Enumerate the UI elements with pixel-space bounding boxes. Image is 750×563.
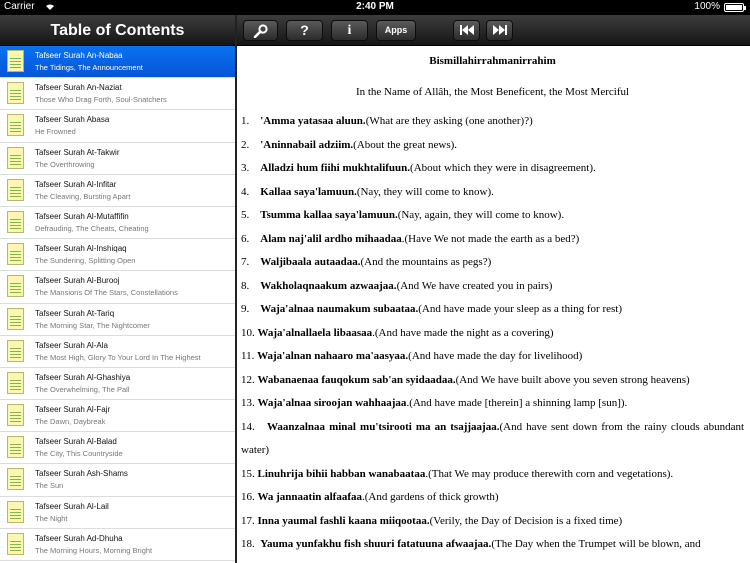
- document-icon: [7, 371, 24, 394]
- apps-button[interactable]: Apps: [376, 20, 416, 41]
- document-icon: [7, 468, 24, 491]
- toc-item[interactable]: Tafseer Surah Ad-Dhuha The Morning Hours,…: [0, 528, 235, 561]
- previous-button[interactable]: [453, 20, 480, 41]
- clock: 2:40 PM: [356, 1, 394, 12]
- document-icon: [7, 50, 24, 72]
- skip-back-icon: [454, 24, 479, 36]
- document-icon: [7, 210, 24, 233]
- reader-pane: ? i Apps Bismillahirrahmanirrahim In the…: [237, 15, 750, 563]
- document-icon: [7, 243, 24, 266]
- toc-item[interactable]: Tafseer Surah Abasa He Frowned: [0, 110, 235, 143]
- toc-item[interactable]: Tafseer Surah At-Tariq The Morning Star, …: [0, 303, 235, 336]
- status-bar: Carrier 2:40 PM 100%: [0, 0, 750, 15]
- verse: 15. Linuhrija bihii habban wanabaataa.(T…: [241, 467, 674, 480]
- verse: 18. Yauma yunfakhu fish shuuri fatatuuna…: [241, 538, 701, 550]
- search-button[interactable]: [243, 20, 278, 41]
- document-icon: [7, 178, 24, 201]
- verse: 5. Tsumma kallaa saya'lamuun.(Nay, again…: [241, 209, 565, 221]
- document-icon: [7, 500, 24, 523]
- document-icon: [7, 146, 24, 169]
- document-icon: [7, 404, 24, 427]
- document-icon: [7, 436, 24, 459]
- toc-item[interactable]: Tafseer Surah Al-Ghashiya The Overwhelmin…: [0, 367, 235, 401]
- skip-forward-icon: [487, 24, 512, 36]
- toc-item[interactable]: Tafseer Surah Al-Mutaffifin Defrauding, T…: [0, 206, 235, 240]
- verse: 12. Wabanaenaa fauqokum sab'an syidaadaa…: [241, 373, 690, 386]
- document-icon: [7, 532, 24, 555]
- document-icon: [7, 275, 24, 298]
- verse: 16. Wa jannaatin alfaafaa.(And gardens o…: [241, 491, 499, 503]
- verse: 10. Waja'alnallaela libaasaa.(And have m…: [241, 326, 554, 339]
- surah-content: Bismillahirrahmanirrahim In the Name of …: [237, 46, 750, 557]
- toc-item[interactable]: Tafseer Surah An-Naziat Those Who Drag Fo…: [0, 78, 235, 111]
- help-button[interactable]: ?: [286, 20, 323, 41]
- document-icon: [7, 114, 24, 137]
- toc-item[interactable]: Tafseer Surah At-Takwir The Overthrowing: [0, 142, 235, 175]
- verse: 14. Waanzalnaa minal mu'tsirooti ma an t…: [241, 420, 745, 457]
- next-button[interactable]: [486, 20, 513, 41]
- toc-item[interactable]: Tafseer Surah Al-Lail The Night: [0, 496, 235, 529]
- toc-list: Tafseer Surah An-Nabaa The Tidings, The A…: [0, 46, 235, 561]
- verse: 6. Alam naj'alil ardho mihaadaa.(Have We…: [241, 232, 580, 245]
- document-icon: [7, 82, 24, 105]
- toc-item[interactable]: Tafseer Surah Al-Ala The Most High, Glory…: [0, 335, 235, 368]
- intro-line: In the Name of Allâh, the Most Beneficen…: [355, 86, 630, 98]
- toc-item[interactable]: Tafseer Surah Ash-Shams The Sun: [0, 464, 235, 497]
- verse: 8. Wakholaqnaakum azwaajaa.(And We have …: [241, 279, 553, 292]
- reader-toolbar: ? i Apps: [237, 15, 750, 46]
- verse: 7. Waljibaala autaadaa.(And the mountain…: [241, 256, 492, 268]
- document-icon: [7, 339, 24, 362]
- toc-item[interactable]: Tafseer Surah Al-Inshiqaq The Sundering, …: [0, 239, 235, 272]
- toc-item[interactable]: Tafseer Surah An-Nabaa The Tidings, The A…: [0, 46, 235, 79]
- verse: 1. 'Amma yatasaa aluun.(What are they as…: [241, 115, 533, 127]
- info-button[interactable]: i: [331, 20, 368, 41]
- verse: 3. Alladzi hum fiihi mukhtalifuun.(About…: [241, 162, 596, 174]
- verse: 13. Waja'alnaa siroojan wahhaajaa.(And h…: [241, 397, 628, 409]
- toc-item[interactable]: Tafseer Surah Al-Balad The City, This Cou…: [0, 432, 235, 465]
- toc-title: Table of Contents: [0, 15, 235, 46]
- toc-item[interactable]: Tafseer Surah Al-Fajr The Dawn, Daybreak: [0, 400, 235, 433]
- verse: 4. Kallaa saya'lamuun.(Nay, they will co…: [241, 185, 494, 198]
- battery-icon: [724, 3, 746, 12]
- battery-percentage: 100%: [694, 1, 720, 12]
- verse: 9. Waja'alnaa naumakum subaataa.(And hav…: [241, 303, 623, 315]
- toc-item[interactable]: Tafseer Surah Al-Burooj The Mansions Of T…: [0, 271, 235, 304]
- verse: 17. Inna yaumal fashli kaana miiqootaa.(…: [241, 514, 623, 527]
- verse: 11. Waja'alnan nahaaro ma'aasyaa.(And ha…: [241, 350, 583, 362]
- verse: 2. 'Aninnabail adziim.(About the great n…: [241, 138, 458, 151]
- document-icon: [7, 307, 24, 330]
- toc-item[interactable]: Tafseer Surah Al-Infitar The Cleaving, Bu…: [0, 174, 235, 207]
- table-of-contents-pane: Table of Contents Tafseer Surah An-Nabaa…: [0, 15, 235, 563]
- search-icon: [244, 24, 277, 38]
- bismillah-heading: Bismillahirrahmanirrahim: [429, 55, 556, 67]
